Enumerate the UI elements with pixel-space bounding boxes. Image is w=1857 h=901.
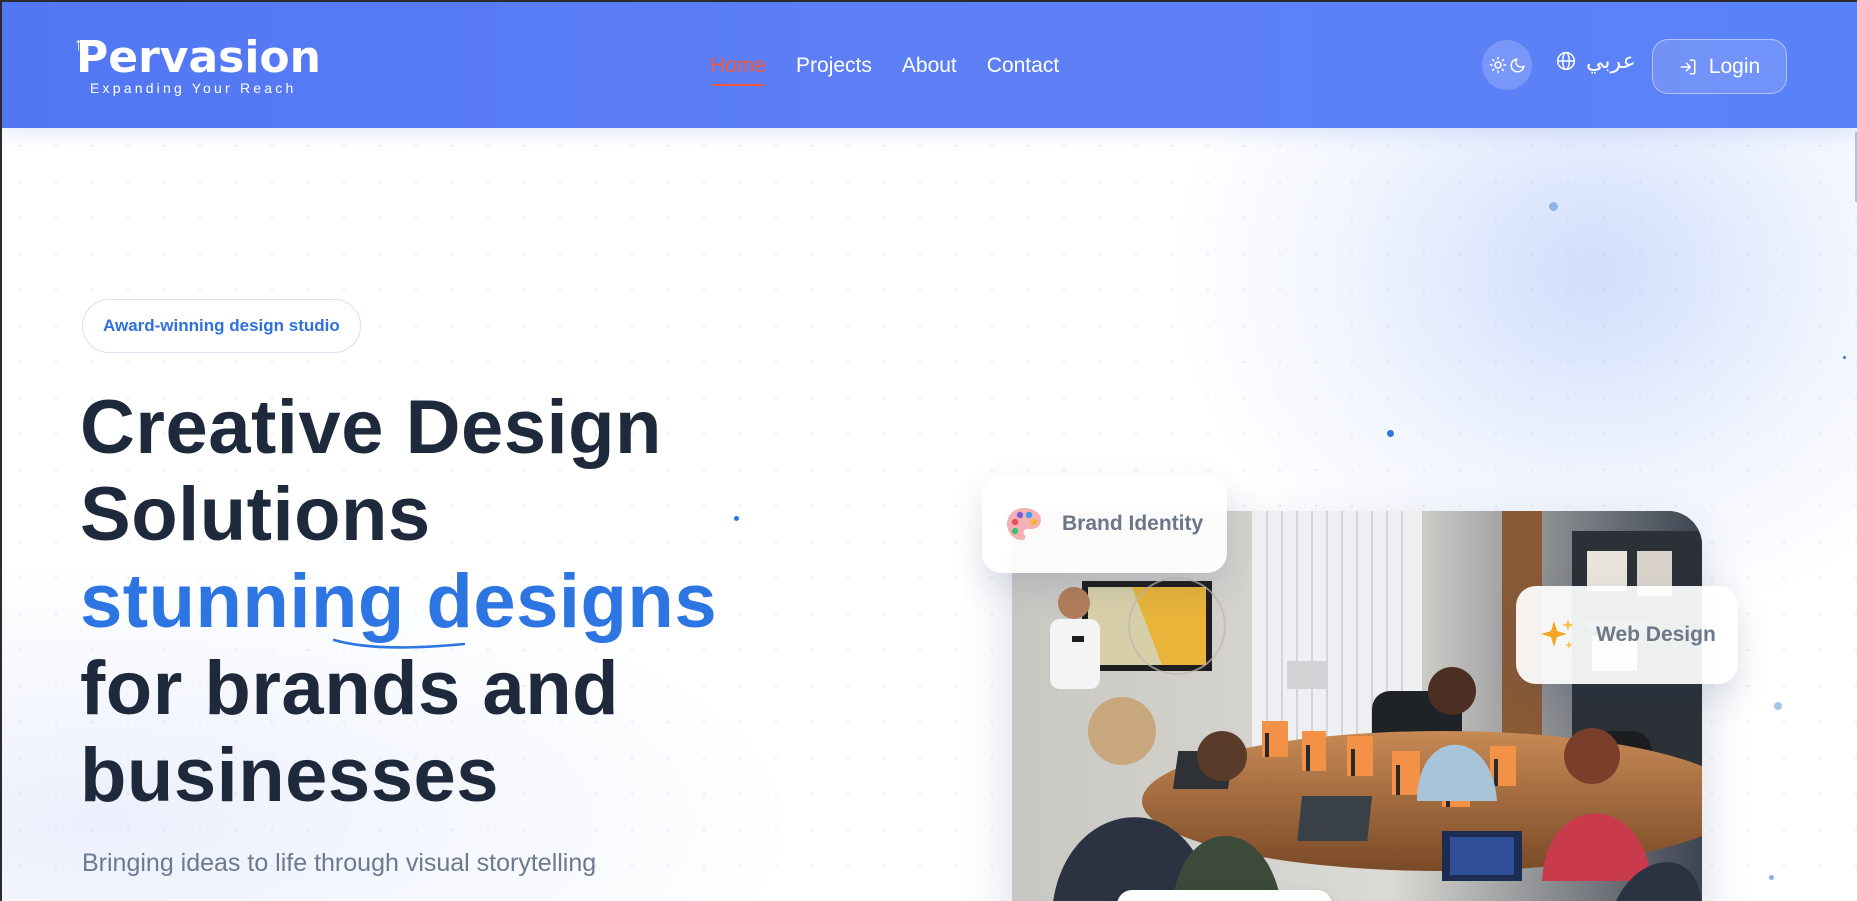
nav-link-contact[interactable]: Contact — [987, 52, 1059, 80]
login-label: Login — [1708, 54, 1761, 78]
award-badge: Award-winning design studio — [82, 299, 361, 353]
top-navbar: ↑ Pervasion Expanding Your Reach Home Pr… — [2, 2, 1857, 128]
globe-icon — [1556, 51, 1576, 71]
nav-link-about[interactable]: About — [902, 52, 957, 80]
palette-icon — [1007, 508, 1041, 540]
hero-title-line: Creative Design — [80, 385, 662, 470]
moon-icon — [1510, 57, 1525, 72]
hero-title-line: Solutions — [80, 472, 431, 557]
sun-icon — [1489, 56, 1506, 74]
decorative-dot — [1387, 430, 1394, 437]
language-label: عربي — [1586, 48, 1636, 73]
login-icon — [1680, 59, 1696, 74]
nav-link-home[interactable]: Home — [710, 52, 766, 86]
decorative-dot — [1769, 875, 1774, 880]
accent-underline-swash — [332, 638, 466, 649]
decorative-dot — [1549, 202, 1558, 211]
logo[interactable]: ↑ Pervasion Expanding Your Reach — [74, 32, 321, 96]
floating-stat-card — [1117, 890, 1332, 901]
hero-title-line: businesses — [80, 733, 499, 818]
web-design-label: Web Design — [1596, 623, 1716, 646]
hero-title-line: for brands and — [80, 646, 620, 731]
language-switcher[interactable]: عربي — [1556, 48, 1636, 74]
sparkles-icon — [1541, 619, 1574, 649]
logo-arrow-icon: ↑ — [74, 34, 83, 54]
theme-toggle-button[interactable] — [1482, 40, 1532, 90]
hero-title-accent: stunning designs — [80, 559, 718, 644]
logo-name: Pervasion — [76, 32, 321, 83]
web-design-card: Web Design — [1516, 586, 1738, 684]
brand-identity-card: Brand Identity — [982, 475, 1227, 573]
nav-link-projects[interactable]: Projects — [796, 52, 872, 80]
login-button[interactable]: Login — [1652, 39, 1787, 94]
decorative-dot — [1843, 356, 1846, 359]
brand-identity-label: Brand Identity — [1062, 512, 1204, 535]
logo-tagline: Expanding Your Reach — [90, 80, 297, 96]
hero-title: Creative Design Solutions stunning desig… — [80, 384, 860, 819]
hero-subtitle: Bringing ideas to life through visual st… — [82, 849, 597, 877]
primary-nav: Home Projects About Contact — [710, 52, 1059, 86]
page: ↑ Pervasion Expanding Your Reach Home Pr… — [0, 0, 1857, 901]
decorative-dot — [1774, 702, 1782, 710]
